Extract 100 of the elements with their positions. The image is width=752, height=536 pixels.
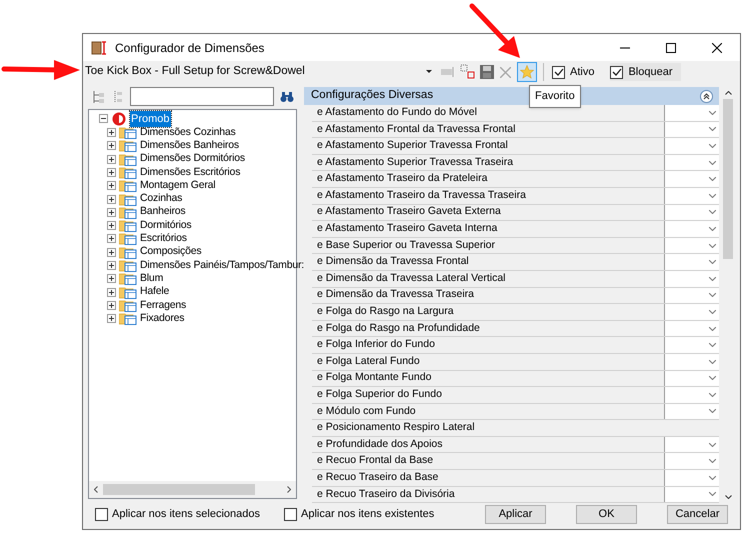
annotation-arrow-drawing xyxy=(470,4,520,58)
expander-icon[interactable] xyxy=(107,261,116,270)
checkbox[interactable] xyxy=(552,66,565,78)
tree-item[interactable]: Dimensões Cozinhas xyxy=(140,124,236,140)
value-dropdown[interactable] xyxy=(664,470,719,486)
tree-item[interactable]: Composições xyxy=(140,244,202,260)
value-dropdown[interactable] xyxy=(664,320,719,336)
tree-item[interactable]: Dimensões Escritórios xyxy=(140,164,240,180)
tree-item[interactable]: Dimensões Dormitórios xyxy=(140,151,245,168)
chevron-down-icon xyxy=(709,409,716,414)
dialog-button[interactable]: Cancelar xyxy=(667,504,728,524)
rename-icon[interactable] xyxy=(440,66,456,78)
value-dropdown[interactable] xyxy=(664,354,719,370)
value-dropdown[interactable] xyxy=(664,370,719,386)
value-dropdown[interactable] xyxy=(664,337,719,353)
folder-icon xyxy=(119,259,137,272)
value-dropdown[interactable] xyxy=(664,436,719,452)
copy-icon[interactable] xyxy=(460,64,476,80)
cabinet-ruler-icon xyxy=(91,40,107,56)
expander-icon[interactable] xyxy=(107,194,116,204)
scroll-left-icon[interactable] xyxy=(94,486,98,493)
tree-collapse-icon[interactable] xyxy=(112,90,124,104)
value-dropdown[interactable] xyxy=(664,122,719,138)
folder-icon xyxy=(119,139,137,152)
value-dropdown[interactable] xyxy=(664,453,719,470)
horizontal-scrollbar[interactable] xyxy=(89,481,296,498)
property-label: e Recuo Traseiro da Base xyxy=(316,470,440,485)
star-icon xyxy=(520,65,534,79)
value-dropdown[interactable] xyxy=(664,138,719,154)
tree-item[interactable]: Ferragens xyxy=(140,298,186,314)
expander-icon[interactable] xyxy=(107,221,116,230)
value-dropdown[interactable] xyxy=(664,387,719,403)
value-dropdown[interactable] xyxy=(664,404,719,420)
checkbox[interactable] xyxy=(610,66,624,78)
save-icon[interactable] xyxy=(480,65,494,79)
checkbox[interactable] xyxy=(284,508,297,520)
value-dropdown[interactable] xyxy=(664,486,719,502)
tree-item[interactable]: Banheiros xyxy=(140,204,186,220)
dialog-button[interactable]: OK xyxy=(576,504,637,524)
scroll-right-icon[interactable] xyxy=(287,486,291,493)
folder-icon xyxy=(119,298,137,312)
tree-item[interactable]: Fixadores xyxy=(140,310,184,327)
chevron-down-icon xyxy=(709,160,716,165)
expander-icon[interactable] xyxy=(107,181,116,190)
checkbox-label: Aplicar nos itens selecionados xyxy=(112,506,260,522)
expander-icon[interactable] xyxy=(107,234,116,244)
property-label: e Afastamento Traseiro Gaveta Interna xyxy=(316,221,498,236)
dialog-button[interactable]: Aplicar xyxy=(485,504,546,524)
tree-item[interactable]: Dormitórios xyxy=(140,218,192,234)
property-label: e Afastamento Traseiro Gaveta Externa xyxy=(316,204,502,220)
value-dropdown[interactable] xyxy=(664,270,719,287)
value-dropdown[interactable] xyxy=(664,154,719,170)
delete-icon[interactable] xyxy=(500,66,511,78)
checkbox-label: Bloquear xyxy=(628,64,673,80)
folder-icon xyxy=(119,232,137,246)
tree-expand-icon[interactable] xyxy=(92,90,106,104)
collapse-icon[interactable] xyxy=(700,90,713,102)
folder-icon xyxy=(119,192,137,206)
chevron-down-icon xyxy=(709,210,716,214)
value-dropdown[interactable] xyxy=(664,304,719,320)
tree-item[interactable]: Cozinhas xyxy=(140,191,182,207)
value-dropdown[interactable] xyxy=(664,288,719,304)
checkbox[interactable] xyxy=(95,508,108,520)
expander-icon[interactable] xyxy=(99,114,108,124)
favorite-button[interactable] xyxy=(517,62,537,82)
tree-item[interactable]: Blum xyxy=(140,270,164,287)
chevron-down-icon xyxy=(709,260,716,264)
tree-item[interactable]: Hafele xyxy=(140,284,170,300)
scroll-down-icon[interactable] xyxy=(724,495,732,499)
tree-item[interactable]: Dimensões Banheiros xyxy=(140,138,239,154)
chevron-down-icon xyxy=(709,459,716,464)
tree-item[interactable]: Promob xyxy=(130,110,171,128)
scroll-up-icon[interactable] xyxy=(724,91,732,95)
tree-item[interactable]: Escritórios xyxy=(140,231,187,247)
expander-icon[interactable] xyxy=(107,128,116,138)
expander-icon[interactable] xyxy=(107,208,116,217)
value-dropdown[interactable] xyxy=(664,204,719,220)
value-dropdown[interactable] xyxy=(664,171,719,187)
tree-item[interactable]: Montagem Geral xyxy=(140,178,216,194)
expander-icon[interactable] xyxy=(107,141,116,150)
binoculars-icon[interactable] xyxy=(280,90,294,103)
folder-icon xyxy=(119,152,137,166)
property-label: e Posicionamento Respiro Lateral xyxy=(316,420,476,436)
value-dropdown[interactable] xyxy=(664,238,719,254)
expander-icon[interactable] xyxy=(107,168,116,177)
expander-icon[interactable] xyxy=(107,248,116,257)
property-label: e Recuo Frontal da Base xyxy=(316,453,434,468)
expander-icon[interactable] xyxy=(107,314,116,324)
expander-icon[interactable] xyxy=(107,154,116,164)
chevron-down-icon xyxy=(709,276,716,281)
expander-icon[interactable] xyxy=(107,274,116,284)
tree-item[interactable]: Dimensões Painéis/Tampos/Tambur: xyxy=(140,258,304,274)
property-label: e Módulo com Fundo xyxy=(316,404,417,419)
value-dropdown[interactable] xyxy=(664,254,719,270)
expander-icon[interactable] xyxy=(107,288,116,297)
value-dropdown[interactable] xyxy=(664,188,719,204)
value-dropdown[interactable] xyxy=(664,221,719,237)
expander-icon[interactable] xyxy=(107,300,116,310)
search-field[interactable] xyxy=(130,87,274,106)
tooltip: Favorito xyxy=(529,85,581,108)
